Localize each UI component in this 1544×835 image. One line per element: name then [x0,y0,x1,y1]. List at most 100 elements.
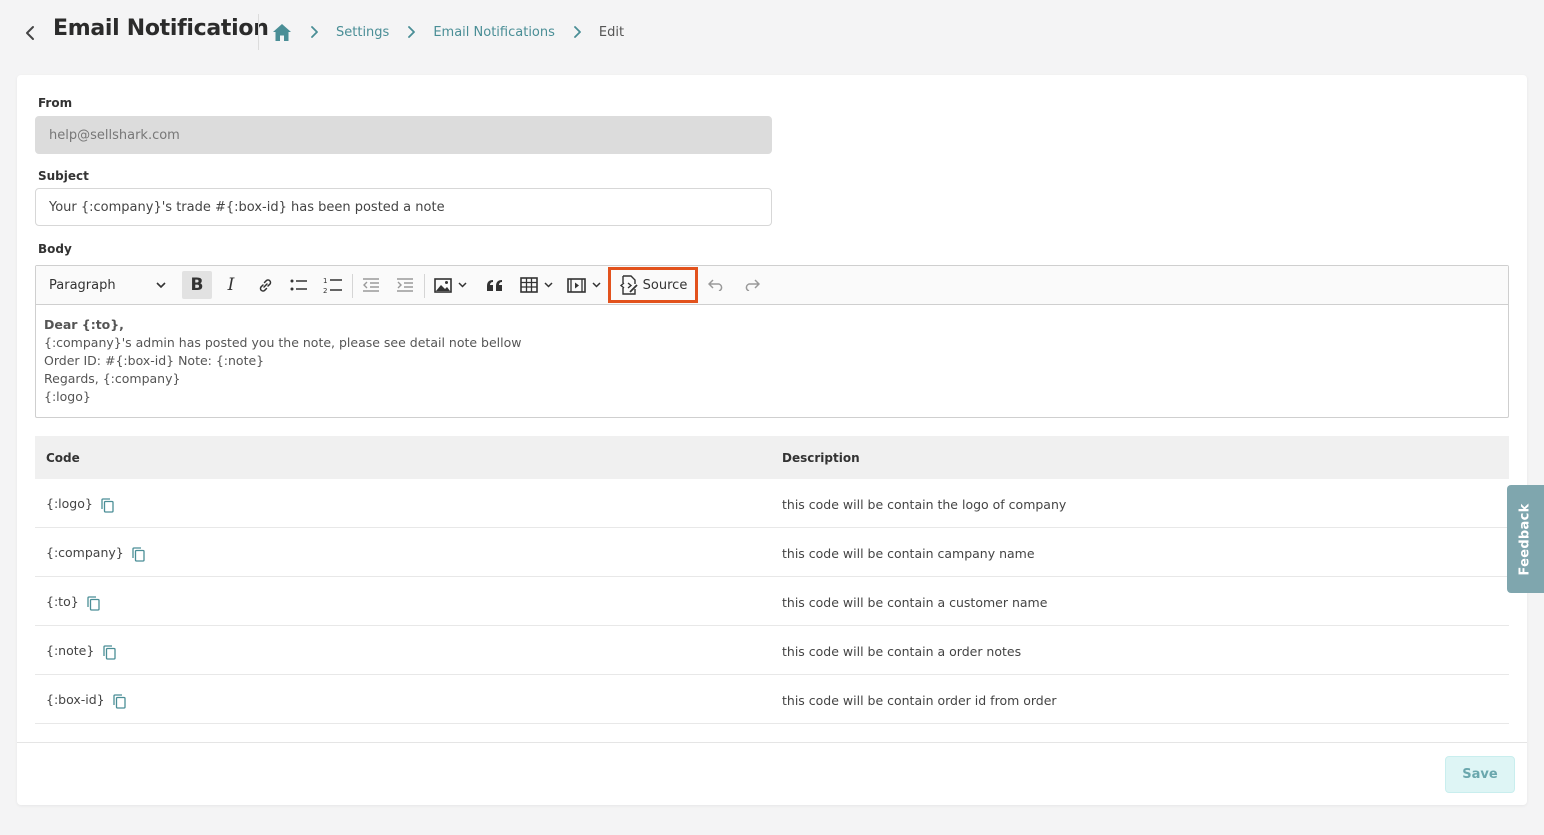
feedback-label: Feedback [1518,502,1533,576]
codes-table: Code Description {:logo} this code will b… [35,436,1509,724]
editor-toolbar: Paragraph B I 12 Source [36,266,1508,305]
undo-icon [708,279,723,291]
table-row: {:box-id} this code will be contain order… [35,675,1509,724]
code-cell: {:company} [46,542,146,562]
indent-icon [397,278,413,292]
link-button[interactable] [250,271,280,299]
outdent-icon [363,278,379,292]
body-line: Dear {:to}, [44,317,124,332]
copy-icon[interactable] [102,644,116,660]
rich-text-editor: Paragraph B I 12 Source Dear {:to}, {:co… [35,265,1509,418]
code-value: {:company} [46,544,124,560]
body-line: {:logo} [44,389,91,404]
table-row: {:logo} this code will be contain the log… [35,479,1509,528]
chevron-right-icon [405,26,417,38]
redo-button[interactable] [736,271,766,299]
bulleted-list-button[interactable] [284,271,314,299]
edit-card: From help@sellshark.com Subject Your {:c… [17,75,1527,805]
breadcrumb-current: Edit [598,24,625,40]
column-header-description: Description [782,450,860,465]
source-code-icon [619,275,638,295]
code-cell: {:logo} [46,493,115,513]
chevron-left-icon [26,26,34,40]
page-title: Email Notification [53,16,269,41]
subject-input[interactable]: Your {:company}'s trade #{:box-id} has b… [35,188,772,226]
paragraph-label: Paragraph [49,277,116,293]
breadcrumb: Settings Email Notifications Edit [272,22,624,42]
chevron-down-icon [543,282,553,288]
code-value: {:logo} [46,495,93,511]
table-body: {:logo} this code will be contain the log… [35,479,1509,724]
column-header-code: Code [46,450,80,465]
code-value: {:note} [46,642,95,658]
svg-text:2: 2 [323,287,327,294]
breadcrumb-email-notifications[interactable]: Email Notifications [433,25,555,40]
table-row: {:note} this code will be contain a order… [35,626,1509,675]
italic-icon: I [227,275,235,295]
image-icon [433,277,452,293]
home-icon[interactable] [272,22,292,42]
table-icon [519,277,538,293]
feedback-tab[interactable]: Feedback [1507,485,1544,593]
footer-divider [17,742,1527,743]
table-button[interactable] [515,271,557,299]
table-row: {:to} this code will be contain a custome… [35,577,1509,626]
quote-icon [486,279,502,291]
editor-content[interactable]: Dear {:to}, {:company}'s admin has poste… [44,316,521,406]
source-label: Source [642,277,688,293]
source-button[interactable]: Source [608,267,698,303]
page-header: Email Notification Settings Email Notifi… [0,0,1544,66]
copy-icon[interactable] [101,497,115,513]
code-value: {:box-id} [46,691,105,707]
numbered-list-button[interactable]: 12 [318,271,348,299]
body-label: Body [38,242,72,256]
copy-icon[interactable] [113,693,127,709]
toolbar-separator [352,274,353,298]
body-line: Order ID: #{:box-id} Note: {:note} [44,353,265,368]
bold-button[interactable]: B [182,271,212,299]
back-button[interactable] [20,22,40,44]
table-row: {:company} this code will be contain camp… [35,528,1509,577]
chevron-down-icon [156,282,166,288]
copy-icon[interactable] [132,546,146,562]
title-divider [258,14,259,50]
copy-icon[interactable] [87,595,101,611]
undo-button[interactable] [702,271,732,299]
body-line: Regards, {:company} [44,371,181,386]
description-cell: this code will be contain the logo of co… [782,497,1067,512]
save-button[interactable]: Save [1445,756,1515,793]
paragraph-dropdown[interactable]: Paragraph [41,271,174,299]
chevron-right-icon [308,26,320,38]
description-cell: this code will be contain order id from … [782,693,1057,708]
description-cell: this code will be contain campany name [782,546,1035,561]
image-button[interactable] [429,271,471,299]
bold-icon: B [190,275,204,295]
subject-label: Subject [38,169,89,183]
code-value: {:to} [46,593,79,609]
chevron-right-icon [571,26,583,38]
indent-button[interactable] [390,271,420,299]
bulleted-list-icon [290,279,307,291]
outdent-button[interactable] [356,271,386,299]
code-cell: {:box-id} [46,689,127,709]
code-cell: {:note} [46,640,116,660]
link-icon [259,278,271,292]
toolbar-separator [424,274,425,298]
chevron-down-icon [592,282,601,288]
svg-text:1: 1 [323,277,327,285]
table-header: Code Description [35,436,1509,479]
from-label: From [38,96,73,110]
media-icon [567,277,586,293]
from-field: help@sellshark.com [35,116,772,154]
chevron-down-icon [457,282,467,288]
body-line: {:company}'s admin has posted you the no… [44,335,522,350]
code-cell: {:to} [46,591,101,611]
breadcrumb-settings[interactable]: Settings [336,25,389,40]
redo-icon [745,279,760,291]
blockquote-button[interactable] [479,271,509,299]
numbered-list-icon: 12 [323,277,342,294]
description-cell: this code will be contain a customer nam… [782,595,1048,610]
italic-button[interactable]: I [216,271,246,299]
description-cell: this code will be contain a order notes [782,644,1022,659]
media-button[interactable] [563,271,605,299]
